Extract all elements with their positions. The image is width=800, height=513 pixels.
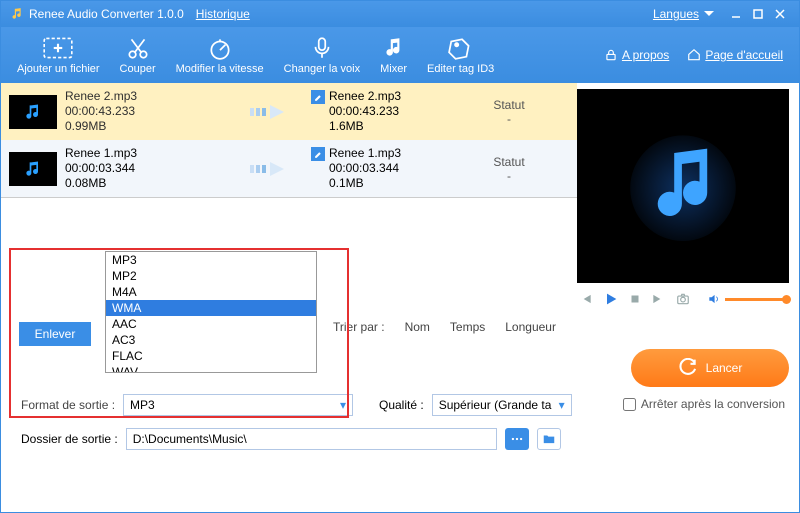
format-select-value: MP3: [130, 398, 155, 412]
status-label: Statut: [479, 155, 539, 169]
src-filename: Renee 2.mp3: [65, 89, 215, 104]
chevron-down-icon: ▾: [340, 398, 346, 412]
file-list: Renee 2.mp300:00:43.2330.99MB Renee 2.mp…: [1, 83, 577, 198]
edit-output-button[interactable]: [311, 90, 325, 104]
next-button[interactable]: [651, 292, 665, 306]
home-link[interactable]: Page d'accueil: [687, 48, 783, 62]
history-link[interactable]: Historique: [196, 7, 250, 21]
format-label: Format de sortie :: [21, 398, 115, 412]
src-size: 0.08MB: [65, 176, 215, 191]
open-folder-button[interactable]: [537, 428, 561, 450]
dst-filename: Renee 2.mp3: [329, 89, 401, 104]
remove-button[interactable]: Enlever: [19, 322, 91, 346]
file-thumbnail: [9, 152, 57, 186]
dst-duration: 00:00:03.344: [329, 161, 401, 176]
convert-arrow-icon: [243, 102, 303, 122]
format-option[interactable]: MP2: [106, 268, 316, 284]
volume-slider[interactable]: [725, 298, 787, 301]
format-option[interactable]: M4A: [106, 284, 316, 300]
dst-size: 1.6MB: [329, 119, 401, 134]
status-label: Statut: [479, 98, 539, 112]
status-value: -: [479, 112, 539, 126]
format-option[interactable]: FLAC: [106, 348, 316, 364]
play-button[interactable]: [603, 291, 619, 307]
prev-button[interactable]: [579, 292, 593, 306]
browse-folder-button[interactable]: [505, 428, 529, 450]
edit-output-button[interactable]: [311, 147, 325, 161]
chevron-down-icon: [703, 10, 715, 18]
cut-button[interactable]: Couper: [110, 27, 166, 83]
src-size: 0.99MB: [65, 119, 215, 134]
chevron-down-icon: ▾: [559, 398, 565, 412]
add-file-button[interactable]: Ajouter un fichier: [7, 27, 110, 83]
app-logo-icon: [9, 7, 23, 21]
format-option[interactable]: MP3: [106, 252, 316, 268]
output-folder-label: Dossier de sortie :: [21, 432, 118, 446]
stop-after-label: Arrêter après la conversion: [641, 397, 785, 411]
dst-duration: 00:00:43.233: [329, 104, 401, 119]
sort-by-time[interactable]: Temps: [450, 320, 485, 334]
id3-button[interactable]: Editer tag ID3: [417, 27, 504, 83]
sort-by-length[interactable]: Longueur: [505, 320, 556, 334]
stop-after-checkbox[interactable]: [623, 398, 636, 411]
format-select[interactable]: MP3 ▾: [123, 394, 353, 416]
status-value: -: [479, 169, 539, 183]
dst-filename: Renee 1.mp3: [329, 146, 401, 161]
format-option[interactable]: WMA: [106, 300, 316, 316]
toolbar: Ajouter un fichier Couper Modifier la vi…: [1, 27, 799, 83]
language-menu[interactable]: Langues: [653, 7, 715, 21]
format-dropdown-list[interactable]: MP3MP2M4AWMAAACAC3FLACWAV: [105, 251, 317, 373]
src-duration: 00:00:43.233: [65, 104, 215, 119]
format-option[interactable]: AC3: [106, 332, 316, 348]
home-icon: [687, 48, 701, 62]
src-duration: 00:00:03.344: [65, 161, 215, 176]
file-thumbnail: [9, 95, 57, 129]
output-folder-input[interactable]: D:\Documents\Music\: [126, 428, 497, 450]
file-row[interactable]: Renee 2.mp300:00:43.2330.99MB Renee 2.mp…: [1, 83, 577, 140]
mixer-button[interactable]: Mixer: [370, 27, 417, 83]
language-label: Langues: [653, 7, 699, 21]
quality-label: Qualité :: [379, 398, 424, 412]
launch-button[interactable]: Lancer: [631, 349, 789, 387]
quality-select-value: Supérieur (Grande ta: [439, 398, 552, 412]
minimize-button[interactable]: [725, 5, 747, 23]
format-option[interactable]: WAV: [106, 364, 316, 372]
preview-panel: [577, 89, 789, 283]
about-link[interactable]: A propos: [604, 48, 669, 62]
maximize-button[interactable]: [747, 5, 769, 23]
format-option[interactable]: AAC: [106, 316, 316, 332]
lock-icon: [604, 48, 618, 62]
file-row[interactable]: Renee 1.mp300:00:03.3440.08MB Renee 1.mp…: [1, 140, 577, 197]
src-filename: Renee 1.mp3: [65, 146, 215, 161]
player-controls: [577, 283, 789, 315]
refresh-icon: [678, 358, 698, 378]
convert-arrow-icon: [243, 159, 303, 179]
sort-by-name[interactable]: Nom: [405, 320, 430, 334]
snapshot-button[interactable]: [675, 292, 691, 306]
quality-select[interactable]: Supérieur (Grande ta ▾: [432, 394, 572, 416]
volume-icon: [707, 292, 721, 306]
titlebar: Renee Audio Converter 1.0.0 Historique L…: [1, 1, 799, 27]
stop-button[interactable]: [629, 293, 641, 305]
app-title: Renee Audio Converter 1.0.0: [29, 7, 184, 21]
speed-button[interactable]: Modifier la vitesse: [166, 27, 274, 83]
music-note-icon: [628, 131, 738, 241]
close-button[interactable]: [769, 5, 791, 23]
voice-button[interactable]: Changer la voix: [274, 27, 370, 83]
sort-label: Trier par :: [333, 320, 385, 334]
sort-bar: Trier par : Nom Temps Longueur: [333, 320, 556, 334]
dst-size: 0.1MB: [329, 176, 401, 191]
